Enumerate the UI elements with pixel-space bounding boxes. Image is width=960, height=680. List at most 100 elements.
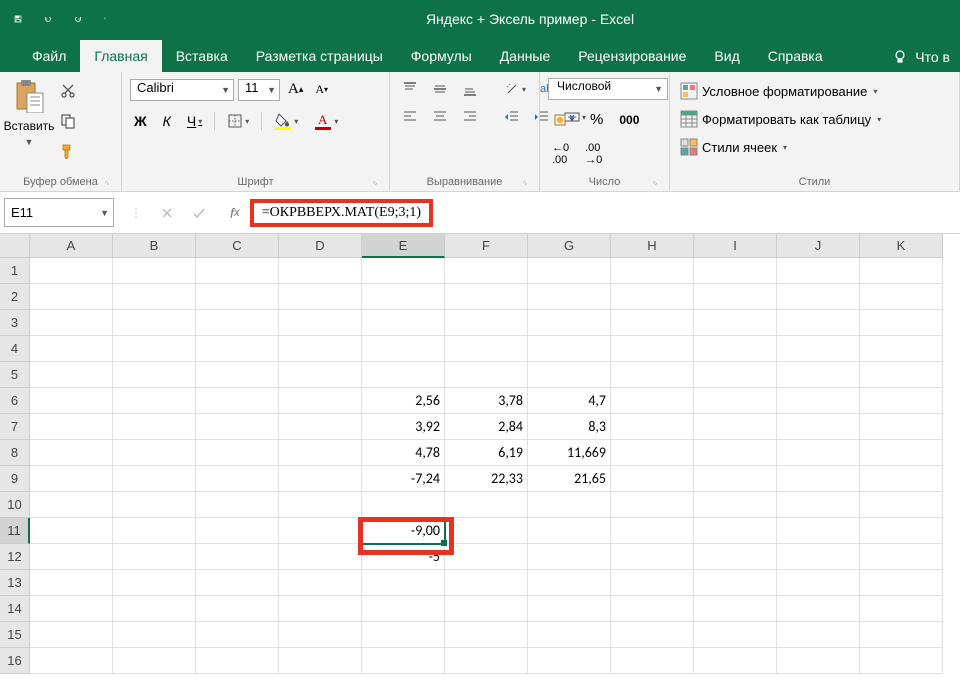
row-header[interactable]: 10: [0, 492, 30, 518]
font-launcher-icon[interactable]: [369, 177, 381, 189]
tab-review[interactable]: Рецензирование: [564, 40, 700, 72]
tell-me-icon[interactable]: [891, 48, 909, 66]
cell[interactable]: [30, 518, 113, 544]
column-header[interactable]: A: [30, 234, 113, 258]
column-header[interactable]: K: [860, 234, 943, 258]
cell[interactable]: 4,7: [528, 388, 611, 414]
cell[interactable]: [860, 518, 943, 544]
cell-styles-button[interactable]: Стили ячеек▾: [678, 136, 789, 158]
column-header[interactable]: H: [611, 234, 694, 258]
cell[interactable]: [113, 388, 196, 414]
cell[interactable]: [528, 284, 611, 310]
column-header[interactable]: E: [362, 234, 445, 258]
cell[interactable]: [777, 544, 860, 570]
column-header[interactable]: B: [113, 234, 196, 258]
cell[interactable]: [113, 544, 196, 570]
cell[interactable]: [196, 544, 279, 570]
cell[interactable]: [279, 440, 362, 466]
cell[interactable]: 6,19: [445, 440, 528, 466]
cell[interactable]: [113, 336, 196, 362]
cell[interactable]: [860, 440, 943, 466]
cell[interactable]: [30, 336, 113, 362]
cell[interactable]: [30, 596, 113, 622]
cell[interactable]: [694, 388, 777, 414]
cell[interactable]: 8,3: [528, 414, 611, 440]
cell[interactable]: [279, 362, 362, 388]
cell[interactable]: [30, 492, 113, 518]
cell[interactable]: 4,78: [362, 440, 445, 466]
tab-data[interactable]: Данные: [486, 40, 565, 72]
cell[interactable]: [362, 492, 445, 518]
cell[interactable]: [860, 570, 943, 596]
cell[interactable]: [113, 414, 196, 440]
cell[interactable]: [113, 258, 196, 284]
cell[interactable]: [611, 258, 694, 284]
cell[interactable]: [694, 258, 777, 284]
cell[interactable]: [777, 362, 860, 388]
cell[interactable]: [445, 310, 528, 336]
cell[interactable]: [445, 492, 528, 518]
tab-page-layout[interactable]: Разметка страницы: [242, 40, 397, 72]
cell[interactable]: [694, 362, 777, 388]
cell[interactable]: [196, 570, 279, 596]
cell[interactable]: [30, 570, 113, 596]
cell[interactable]: [362, 258, 445, 284]
cell[interactable]: [113, 362, 196, 388]
format-painter-icon[interactable]: [56, 140, 80, 162]
font-name-select[interactable]: Calibri▼: [130, 79, 234, 101]
number-format-select[interactable]: Числовой ▼: [548, 78, 668, 100]
cell[interactable]: [860, 336, 943, 362]
tab-file[interactable]: Файл: [18, 40, 80, 72]
cell[interactable]: [860, 466, 943, 492]
cell[interactable]: [30, 310, 113, 336]
cell[interactable]: [777, 622, 860, 648]
cell[interactable]: [777, 596, 860, 622]
cell[interactable]: [279, 596, 362, 622]
cell[interactable]: [445, 596, 528, 622]
cell[interactable]: [860, 544, 943, 570]
cell[interactable]: [694, 440, 777, 466]
cell[interactable]: [196, 388, 279, 414]
cell[interactable]: [860, 310, 943, 336]
spreadsheet-grid[interactable]: 12345678910111213141516 ABCDEFGHIJK 2,56…: [0, 234, 960, 680]
fill-color-icon[interactable]: ▾: [270, 109, 302, 133]
cell[interactable]: [196, 284, 279, 310]
cell[interactable]: [860, 258, 943, 284]
cell[interactable]: [694, 492, 777, 518]
cell[interactable]: [279, 414, 362, 440]
cell[interactable]: [279, 388, 362, 414]
cell[interactable]: [777, 310, 860, 336]
cell[interactable]: [445, 570, 528, 596]
cell[interactable]: [694, 596, 777, 622]
cell[interactable]: [279, 336, 362, 362]
cell[interactable]: [196, 414, 279, 440]
italic-button[interactable]: К: [159, 110, 175, 132]
cell[interactable]: 3,92: [362, 414, 445, 440]
cell[interactable]: [860, 362, 943, 388]
comma-icon[interactable]: 000: [615, 110, 643, 130]
cell[interactable]: [196, 492, 279, 518]
cell[interactable]: [279, 310, 362, 336]
cell[interactable]: [279, 284, 362, 310]
cell[interactable]: [362, 362, 445, 388]
cell[interactable]: -7,24: [362, 466, 445, 492]
cell[interactable]: [694, 518, 777, 544]
cell[interactable]: [30, 544, 113, 570]
cell[interactable]: [279, 570, 362, 596]
cell[interactable]: [445, 518, 528, 544]
row-header[interactable]: 14: [0, 596, 30, 622]
tab-insert[interactable]: Вставка: [162, 40, 242, 72]
borders-icon[interactable]: ▾: [223, 110, 253, 132]
cell[interactable]: [113, 310, 196, 336]
cell[interactable]: [30, 284, 113, 310]
column-header[interactable]: I: [694, 234, 777, 258]
clipboard-launcher-icon[interactable]: [101, 177, 113, 189]
cell[interactable]: [694, 310, 777, 336]
save-icon[interactable]: [10, 11, 26, 27]
row-header[interactable]: 7: [0, 414, 30, 440]
increase-decimal-icon[interactable]: ←0.00: [548, 139, 573, 169]
cell[interactable]: [777, 518, 860, 544]
row-header[interactable]: 13: [0, 570, 30, 596]
cell[interactable]: 11,669: [528, 440, 611, 466]
cell[interactable]: [528, 362, 611, 388]
